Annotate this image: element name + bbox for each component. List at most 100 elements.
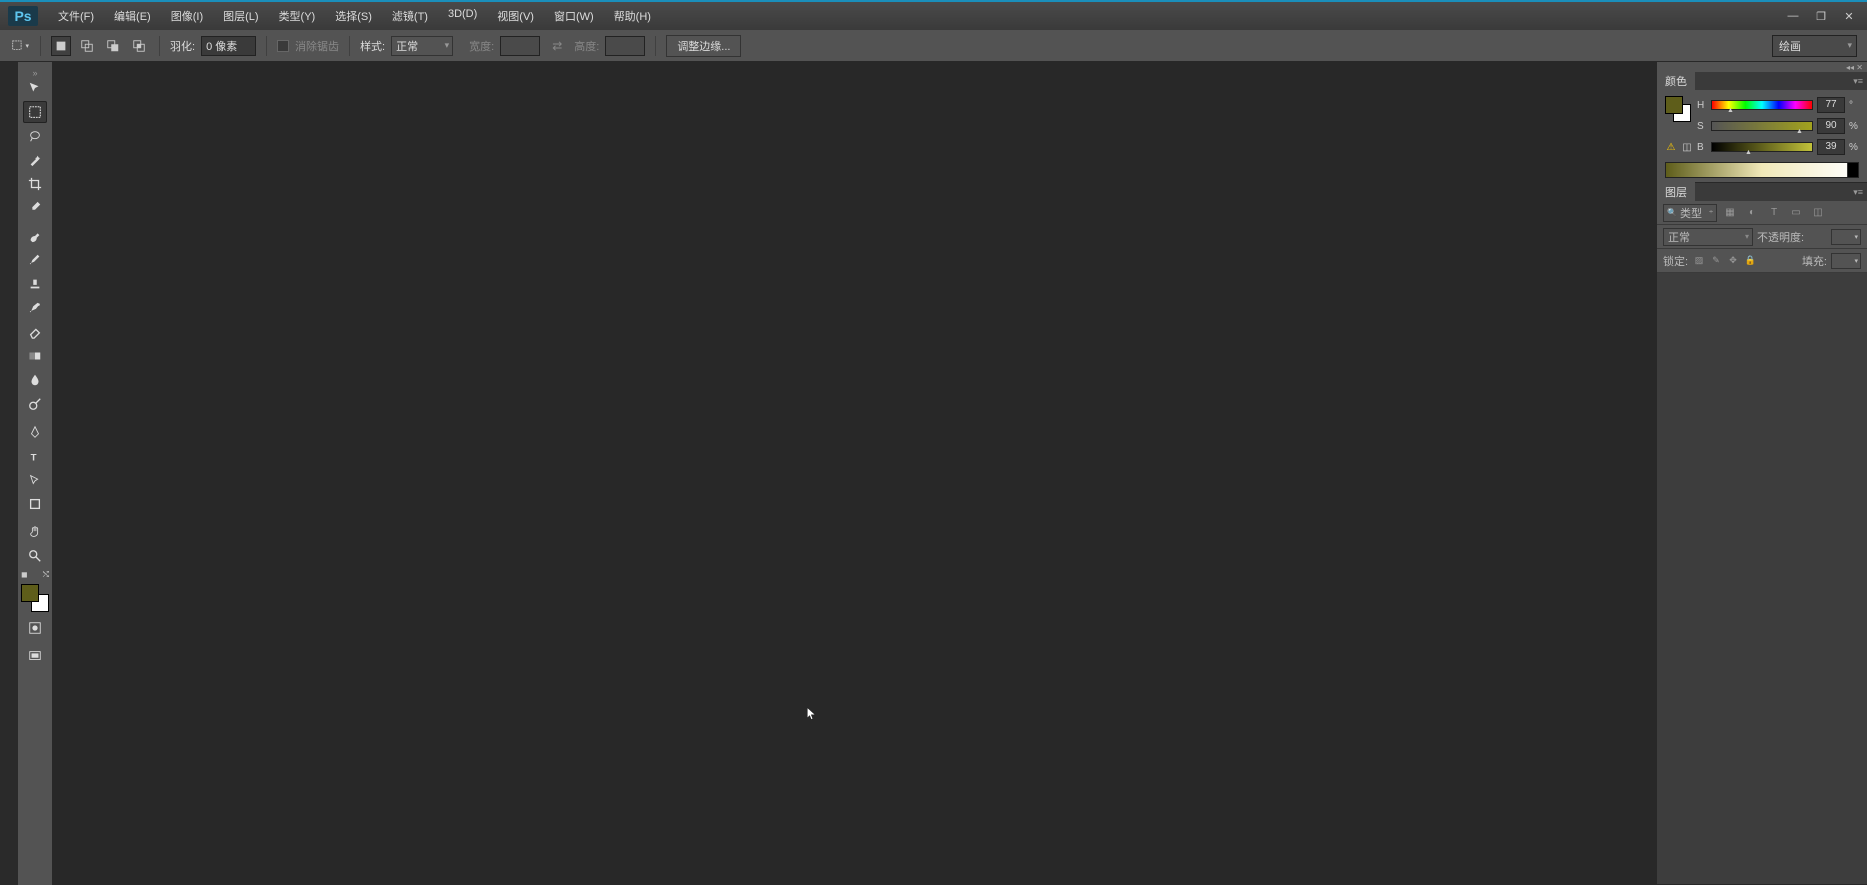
toolbox-collapse-handle[interactable] <box>20 70 50 76</box>
blend-mode-select[interactable]: 正常 <box>1663 228 1753 246</box>
color-panel-menu-icon[interactable]: ▾≡ <box>1849 76 1867 87</box>
layers-list[interactable] <box>1657 273 1867 884</box>
menu-window[interactable]: 窗口(W) <box>544 2 604 30</box>
hand-tool[interactable] <box>23 521 47 543</box>
menu-select[interactable]: 选择(S) <box>325 2 382 30</box>
eyedropper-tool[interactable] <box>23 197 47 219</box>
brightness-slider[interactable] <box>1711 142 1813 152</box>
lock-pixels-icon[interactable]: ✎ <box>1709 254 1723 268</box>
refine-edge-button[interactable]: 调整边缘... <box>666 35 741 57</box>
saturation-value[interactable]: 90 <box>1817 118 1845 134</box>
menu-edit[interactable]: 编辑(E) <box>104 2 161 30</box>
gamut-warning-icon[interactable]: ⚠ <box>1665 142 1677 153</box>
antialias-label: 消除锯齿 <box>295 38 339 54</box>
fill-value[interactable]: ▾ <box>1831 253 1861 269</box>
panel-fg-color[interactable] <box>1665 96 1683 114</box>
filter-smart-icon[interactable]: ◫ <box>1809 204 1827 222</box>
selection-new-icon[interactable] <box>51 36 71 56</box>
dodge-tool[interactable] <box>23 393 47 415</box>
shape-tool[interactable] <box>23 493 47 515</box>
layer-filter-type[interactable]: 类型÷ <box>1663 204 1717 222</box>
filter-adjust-icon[interactable]: ◐ <box>1743 204 1761 222</box>
selection-intersect-icon[interactable] <box>129 36 149 56</box>
history-brush-tool[interactable] <box>23 297 47 319</box>
healing-brush-tool[interactable] <box>23 225 47 247</box>
gradient-tool[interactable] <box>23 345 47 367</box>
antialias-checkbox[interactable] <box>277 40 289 52</box>
swap-wh-icon: ⇄ <box>552 39 562 53</box>
svg-text:T: T <box>31 452 37 463</box>
color-ramp[interactable] <box>1665 162 1859 178</box>
menu-image[interactable]: 图像(I) <box>161 2 213 30</box>
eraser-tool[interactable] <box>23 321 47 343</box>
right-panel-dock: ◂◂ ✕ 颜色 ▾≡ H 77 <box>1657 62 1867 885</box>
filter-pixel-icon[interactable]: ▦ <box>1721 204 1739 222</box>
screenmode-tool[interactable] <box>23 645 47 667</box>
canvas-area[interactable] <box>53 62 1657 885</box>
filter-shape-icon[interactable]: ▭ <box>1787 204 1805 222</box>
menu-view[interactable]: 视图(V) <box>487 2 544 30</box>
hue-slider[interactable] <box>1711 100 1813 110</box>
lasso-tool[interactable] <box>23 125 47 147</box>
websafe-icon[interactable]: ◫ <box>1681 142 1693 153</box>
zoom-tool[interactable] <box>23 545 47 567</box>
workspace-switcher[interactable]: 绘画 <box>1772 35 1857 57</box>
opacity-value[interactable]: ▾ <box>1831 229 1861 245</box>
opacity-label: 不透明度: <box>1757 229 1827 245</box>
menu-filter[interactable]: 滤镜(T) <box>382 2 438 30</box>
crop-tool[interactable] <box>23 173 47 195</box>
selection-add-icon[interactable] <box>77 36 97 56</box>
marquee-tool[interactable] <box>23 101 47 123</box>
quickmask-tool[interactable] <box>23 617 47 639</box>
hue-unit: ° <box>1849 100 1859 111</box>
style-select[interactable]: 正常 <box>391 36 453 56</box>
menu-help[interactable]: 帮助(H) <box>604 2 661 30</box>
layers-tab[interactable]: 图层 <box>1657 182 1695 202</box>
fill-label: 填充: <box>1802 253 1827 269</box>
brightness-value[interactable]: 39 <box>1817 139 1845 155</box>
default-colors-icon[interactable]: ◼ <box>21 570 28 580</box>
menu-file[interactable]: 文件(F) <box>48 2 104 30</box>
window-controls: — ❐ ✕ <box>1779 6 1863 26</box>
color-panel: 颜色 ▾≡ H 77 ° <box>1657 72 1867 183</box>
hue-value[interactable]: 77 <box>1817 97 1845 113</box>
saturation-slider[interactable] <box>1711 121 1813 131</box>
menu-3d[interactable]: 3D(D) <box>438 2 487 30</box>
clone-stamp-tool[interactable] <box>23 273 47 295</box>
selection-subtract-icon[interactable] <box>103 36 123 56</box>
tool-preset-picker[interactable]: ▾ <box>10 36 30 56</box>
swap-colors-icon[interactable]: ⤭ <box>43 570 49 580</box>
layers-panel: 图层 ▾≡ 类型÷ ▦ ◐ T ▭ ◫ 正常 不透明度: ▾ 锁定 <box>1657 183 1867 885</box>
width-label: 宽度: <box>469 38 494 54</box>
move-tool[interactable] <box>23 77 47 99</box>
filter-text-icon[interactable]: T <box>1765 204 1783 222</box>
brush-tool[interactable] <box>23 249 47 271</box>
lock-label: 锁定: <box>1663 253 1688 269</box>
height-label: 高度: <box>574 38 599 54</box>
app-logo: Ps <box>8 6 38 26</box>
height-input <box>605 36 645 56</box>
title-bar: Ps 文件(F) 编辑(E) 图像(I) 图层(L) 类型(Y) 选择(S) 滤… <box>0 0 1867 30</box>
lock-position-icon[interactable]: ✥ <box>1726 254 1740 268</box>
pen-tool[interactable] <box>23 421 47 443</box>
menu-type[interactable]: 类型(Y) <box>269 2 326 30</box>
panel-color-swatches[interactable] <box>1665 96 1691 122</box>
menu-layer[interactable]: 图层(L) <box>213 2 268 30</box>
magic-wand-tool[interactable] <box>23 149 47 171</box>
path-selection-tool[interactable] <box>23 469 47 491</box>
close-button[interactable]: ✕ <box>1835 6 1863 26</box>
brightness-unit: % <box>1849 142 1859 153</box>
feather-input[interactable] <box>201 36 256 56</box>
text-tool[interactable]: T <box>23 445 47 467</box>
foreground-color[interactable] <box>21 584 39 602</box>
left-strip <box>0 62 18 885</box>
color-swatches[interactable] <box>21 584 49 612</box>
color-tab[interactable]: 颜色 <box>1657 71 1695 91</box>
lock-transparency-icon[interactable]: ▨ <box>1692 254 1706 268</box>
minimize-button[interactable]: — <box>1779 6 1807 26</box>
layers-panel-menu-icon[interactable]: ▾≡ <box>1849 187 1867 198</box>
lock-all-icon[interactable]: 🔒 <box>1743 254 1757 268</box>
options-bar: ▾ 羽化: 消除锯齿 样式: 正常 宽度: ⇄ 高度: 调整边缘... 绘画 <box>0 30 1867 62</box>
maximize-button[interactable]: ❐ <box>1807 6 1835 26</box>
blur-tool[interactable] <box>23 369 47 391</box>
